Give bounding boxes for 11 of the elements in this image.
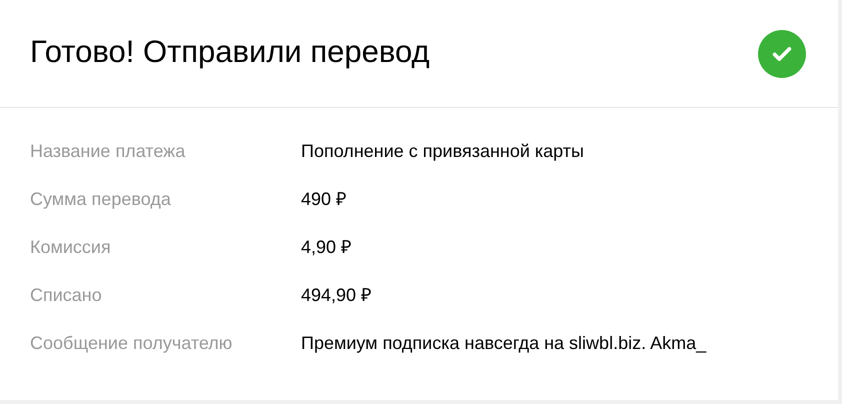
detail-value: Пополнение с привязанной карты (301, 140, 584, 163)
detail-label: Сообщение получателю (30, 332, 234, 355)
detail-value: 4,90 ₽ (301, 236, 352, 258)
page-title: Готово! Отправили перевод (30, 36, 430, 67)
detail-label: Комиссия (30, 236, 112, 258)
detail-label: Название платежа (30, 140, 186, 162)
detail-value: 490 ₽ (301, 188, 346, 210)
detail-value: Премиум подписка навсегда на sliwbl.biz. Akma_ (301, 332, 706, 355)
detail-value: 494,90 ₽ (301, 284, 372, 306)
detail-label: Сумма перевода (30, 188, 172, 211)
detail-label: Списано (30, 284, 103, 306)
